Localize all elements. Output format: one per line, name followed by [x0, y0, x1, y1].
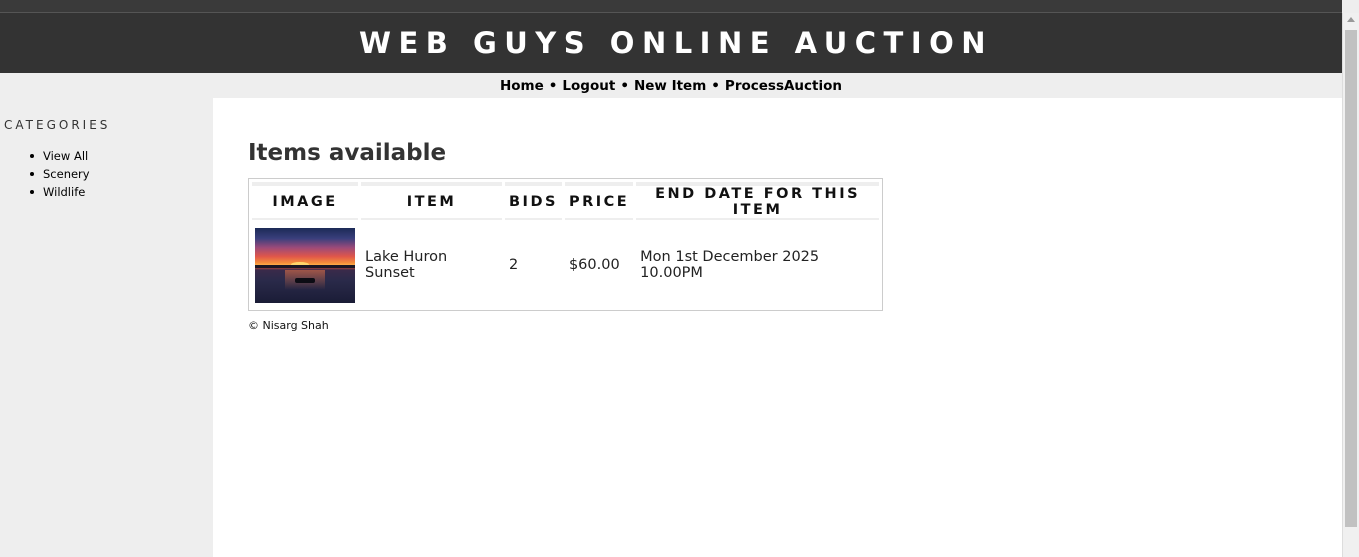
category-link-wildlife[interactable]: Wildlife [43, 185, 85, 199]
column-header-end-date: END DATE FOR THIS ITEM [636, 182, 879, 220]
nav-home-link[interactable]: Home [500, 78, 544, 94]
items-table: IMAGE ITEM BIDS PRICE END DATE FOR THIS … [248, 178, 883, 311]
sunset-thumbnail[interactable] [255, 227, 355, 303]
item-image-cell [252, 223, 358, 307]
vertical-scrollbar[interactable] [1342, 13, 1359, 557]
nav-process-auction-link[interactable]: ProcessAuction [725, 78, 842, 94]
nav-logout-link[interactable]: Logout [562, 78, 615, 94]
nav-separator: • [711, 77, 720, 94]
nav-separator: • [620, 77, 629, 94]
browser-top-strip [0, 0, 1342, 13]
scrollbar-thumb[interactable] [1345, 30, 1357, 527]
category-link-view-all[interactable]: View All [43, 149, 88, 163]
item-end-date: Mon 1st December 2025 10.00PM [640, 249, 820, 281]
item-price: $60.00 [568, 257, 620, 273]
column-header-bids: BIDS [505, 182, 562, 220]
column-header-item: ITEM [361, 182, 502, 220]
column-header-price: PRICE [564, 182, 634, 220]
item-bids: 2 [509, 257, 519, 273]
category-item-scenery: Scenery [28, 165, 90, 183]
page-title: Items available [248, 140, 447, 166]
category-item-view-all: View All [28, 147, 90, 165]
site-title: WEB GUYS ONLINE AUCTION [358, 26, 994, 60]
table-header-row: IMAGE ITEM BIDS PRICE END DATE FOR THIS … [252, 182, 879, 220]
categories-heading: CATEGORIES [4, 118, 111, 132]
site-header: WEB GUYS ONLINE AUCTION [0, 13, 1342, 73]
table-row: Lake Huron Sunset 2 $60.00 Mon 1st Decem… [252, 223, 879, 307]
categories-list: View All Scenery Wildlife [28, 147, 90, 201]
category-link-scenery[interactable]: Scenery [43, 167, 90, 181]
copyright-footer: © Nisarg Shah [248, 319, 329, 332]
nav-separator: • [548, 77, 558, 94]
main-content: Items available IMAGE ITEM BIDS PRICE EN… [213, 98, 1342, 557]
nav-new-item-link[interactable]: New Item [634, 78, 706, 94]
categories-sidebar: CATEGORIES View All Scenery Wildlife [0, 98, 213, 557]
category-item-wildlife: Wildlife [28, 183, 90, 201]
scroll-up-arrow-icon[interactable] [1347, 17, 1355, 22]
column-header-image: IMAGE [252, 182, 358, 220]
main-nav: Home • Logout • New Item • ProcessAuctio… [0, 73, 1342, 98]
item-name[interactable]: Lake Huron Sunset [361, 223, 502, 307]
